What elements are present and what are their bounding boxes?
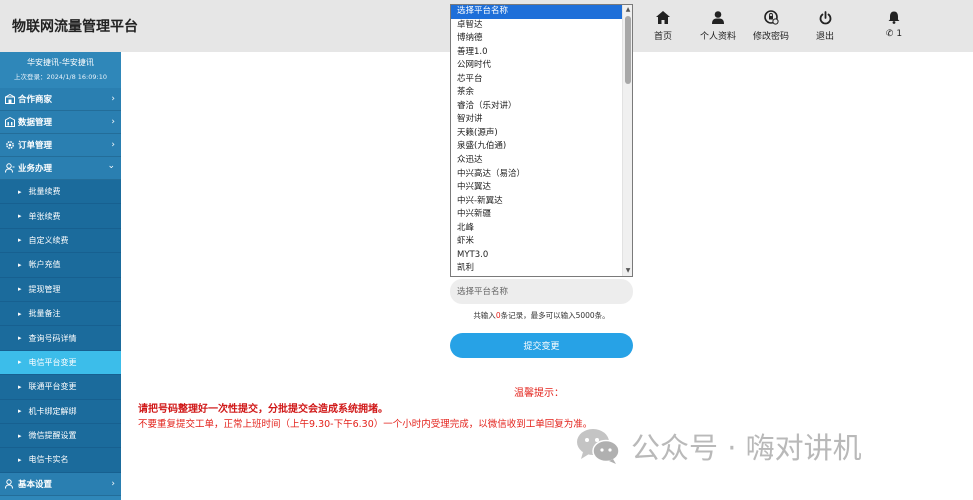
platform-option[interactable]: 凯利	[451, 262, 623, 276]
platform-option[interactable]: 智对讲	[451, 113, 623, 127]
chevron-right-icon: ›	[111, 117, 115, 127]
nav-home[interactable]: 首页	[653, 9, 673, 42]
platform-option[interactable]: 中兴翼达	[451, 181, 623, 195]
platform-option[interactable]: 公网时代	[451, 59, 623, 73]
platform-option[interactable]: 茶余	[451, 86, 623, 100]
bullet-icon: ▸	[18, 309, 22, 318]
chevron-right-icon: ›	[111, 478, 115, 489]
platform-option[interactable]: 中兴高达（易洽）	[451, 168, 623, 182]
bullet-icon: ▸	[18, 260, 22, 269]
home-icon	[653, 9, 673, 26]
user-business-icon	[4, 162, 16, 174]
platform-option[interactable]: 中兴-新翼达	[451, 195, 623, 209]
bullet-icon: ▸	[18, 407, 22, 416]
sidebar-item-account-recharge[interactable]: ▸ 帐户充值	[0, 253, 121, 278]
notification-count: ✆ 1	[885, 29, 903, 39]
nav-change-password[interactable]: 修改密码	[753, 9, 789, 42]
platform-option[interactable]: 睿洽（乐对讲）	[451, 100, 623, 114]
sidebar-item-single-renew[interactable]: ▸ 单张续费	[0, 204, 121, 229]
tip-title: 温馨提示：	[514, 388, 564, 399]
platform-options: 选择平台名称 卓智达 博纳德 善理1.0 公网时代 芯平台 茶余 睿洽（乐对讲） 智对讲 天籁(源…	[451, 5, 632, 276]
platform-option[interactable]: 中兴新疆	[451, 208, 623, 222]
count-note: 共输入0条记录，最多可以输入5000条。	[473, 311, 610, 320]
data-icon	[4, 116, 16, 128]
settings-user-icon	[4, 478, 16, 490]
user-name: 华安捷讯-华安捷讯	[27, 58, 94, 67]
nav-logout[interactable]: 退出	[815, 9, 835, 42]
watermark: 公众号 · 嗨对讲机	[575, 425, 862, 467]
nav-profile[interactable]: 个人资料	[700, 9, 736, 42]
scroll-up-icon[interactable]: ▲	[623, 5, 632, 15]
tip-line-1: 请把号码整理好一次性提交，分批提交会造成系统拥堵。	[138, 404, 388, 415]
sidebar-item-custom-renew[interactable]: ▸ 自定义续费	[0, 228, 121, 254]
sidebar-item-batch-remark[interactable]: ▸ 批量备注	[0, 301, 121, 327]
gear-icon	[4, 139, 16, 151]
user-info: 华安捷讯-华安捷讯 上次登录：2024/1/8 16:09:10	[0, 52, 121, 88]
last-login: 上次登录：2024/1/8 16:09:10	[14, 73, 107, 81]
platform-option[interactable]: 卓智达	[451, 19, 623, 33]
sidebar: 华安捷讯-华安捷讯 上次登录：2024/1/8 16:09:10 合作商家 › …	[0, 52, 121, 500]
scroll-thumb[interactable]	[625, 16, 631, 84]
platform-option[interactable]: 北峰	[451, 222, 623, 236]
bullet-icon: ▸	[18, 285, 22, 294]
sidebar-section-basic-settings[interactable]: 基本设置 ›	[0, 472, 121, 496]
platform-option[interactable]: 泉盛(九伯通)	[451, 140, 623, 154]
chevron-right-icon: ›	[111, 94, 115, 104]
sidebar-item-unicom-platform-change[interactable]: ▸ 联通平台变更	[0, 375, 121, 400]
scroll-down-icon[interactable]: ▼	[623, 266, 632, 276]
chevron-right-icon: ›	[111, 140, 115, 150]
bullet-icon: ▸	[18, 334, 22, 343]
app-title: 物联网流量管理平台	[12, 19, 138, 35]
sidebar-section-business[interactable]: 业务办理 ⌄	[0, 157, 121, 180]
user-icon	[708, 9, 728, 26]
bullet-icon: ▸	[18, 431, 22, 440]
sidebar-item-telecom-platform-change[interactable]: ▸ 电信平台变更	[0, 350, 121, 376]
wechat-logo-icon	[577, 429, 620, 464]
bullet-icon: ▸	[18, 212, 22, 221]
platform-option[interactable]: 天籁(源声)	[451, 127, 623, 141]
sidebar-item-batch-renew[interactable]: ▸ 批量续费	[0, 180, 121, 205]
sidebar-item-number-details[interactable]: ▸ 查询号码详情	[0, 326, 121, 351]
phone-icon: ✆	[885, 29, 894, 39]
platform-option[interactable]: 博纳德	[451, 32, 623, 46]
bullet-icon: ▸	[18, 455, 22, 464]
sidebar-item-wechat-reminder[interactable]: ▸ 微信提醒设置	[0, 423, 121, 449]
bullet-icon: ▸	[18, 236, 22, 245]
platform-option[interactable]: 虾米	[451, 235, 623, 249]
submit-change-button[interactable]: 提交变更	[450, 333, 633, 358]
platform-option[interactable]: 善理1.0	[451, 46, 623, 60]
bullet-icon: ▸	[18, 382, 22, 391]
platform-listbox[interactable]: 选择平台名称 卓智达 博纳德 善理1.0 公网时代 芯平台 茶余 睿洽（乐对讲） 智对讲 天籁(源…	[450, 4, 633, 277]
sidebar-item-telecom-real-name[interactable]: ▸ 电信卡实名	[0, 448, 121, 473]
password-icon	[761, 9, 781, 26]
bullet-icon: ▸	[18, 187, 22, 196]
sidebar-section-partners[interactable]: 合作商家 ›	[0, 88, 121, 111]
platform-option[interactable]: 芯平台	[451, 73, 623, 87]
sidebar-item-card-binding[interactable]: ▸ 机卡绑定解绑	[0, 399, 121, 424]
bell-icon	[884, 9, 904, 26]
sidebar-item-withdraw[interactable]: ▸ 提现管理	[0, 277, 121, 302]
notifications[interactable]: ✆ 1	[884, 9, 904, 39]
bullet-icon: ▸	[18, 358, 22, 367]
power-icon	[815, 9, 835, 26]
listbox-scrollbar[interactable]: ▲ ▼	[622, 5, 632, 276]
sidebar-section-orders[interactable]: 订单管理 ›	[0, 134, 121, 157]
chevron-down-icon: ⌄	[107, 161, 115, 171]
tip-line-2: 不要重复提交工单，正常上班时间（上午9.30-下午6.30）一个小时内受理完成，…	[138, 419, 593, 430]
platform-option[interactable]: MYT3.0	[451, 249, 623, 263]
sidebar-section-data[interactable]: 数据管理 ›	[0, 111, 121, 134]
partner-icon	[4, 93, 16, 105]
platform-option[interactable]: 选择平台名称	[451, 5, 623, 19]
platform-option[interactable]: 众迅达	[451, 154, 623, 168]
platform-search-input[interactable]	[450, 279, 633, 304]
